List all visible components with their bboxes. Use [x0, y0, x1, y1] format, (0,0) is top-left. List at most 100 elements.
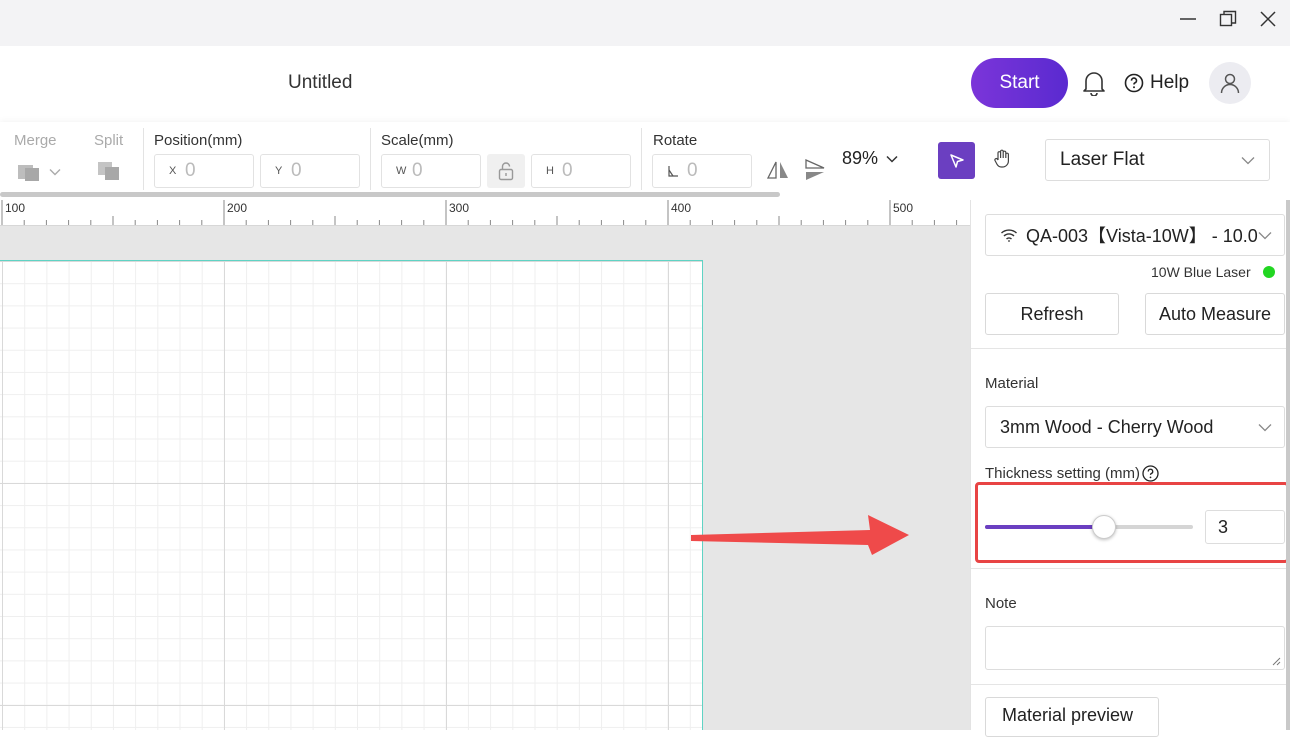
work-mode-select[interactable]: Laser Flat — [1045, 139, 1270, 181]
thickness-heading: Thickness setting (mm) — [985, 465, 1141, 482]
resize-grip-icon[interactable] — [1271, 656, 1281, 666]
annotation-arrow — [691, 515, 909, 555]
document-title[interactable]: Untitled — [288, 72, 352, 94]
panel-divider — [971, 684, 1287, 685]
toolbar-divider — [641, 128, 642, 190]
merge-icon — [18, 165, 39, 181]
help-label: Help — [1150, 72, 1190, 93]
material-heading: Material — [985, 375, 1039, 392]
flip-horizontal-icon — [766, 161, 788, 179]
ruler-label: 200 — [227, 201, 248, 215]
scale-width-input[interactable]: W 0 — [381, 154, 481, 188]
flip-vertical-button[interactable] — [804, 158, 826, 187]
rotate-input[interactable]: 0 — [652, 154, 752, 188]
merge-button[interactable] — [17, 162, 61, 182]
thickness-heading-row: Thickness setting (mm) — [985, 465, 1159, 482]
w-prefix: W — [396, 165, 407, 177]
flip-horizontal-button[interactable] — [766, 160, 790, 185]
split-icon — [98, 162, 119, 180]
thickness-slider-handle[interactable] — [1091, 515, 1116, 539]
canvas-area[interactable] — [0, 226, 970, 730]
panel-divider — [971, 348, 1287, 349]
panel-scrollbar[interactable] — [1286, 200, 1290, 730]
merge-label: Merge — [14, 132, 57, 149]
panel-divider — [971, 568, 1287, 569]
chevron-down-icon — [49, 169, 61, 176]
flip-vertical-icon — [805, 158, 825, 180]
thickness-slider[interactable] — [985, 515, 1193, 539]
thickness-slider-fill — [985, 525, 1104, 529]
refresh-button[interactable]: Refresh — [985, 293, 1119, 335]
property-toolbar: Merge Split Position(mm) X 0 Y 0 Scale(m… — [0, 122, 1290, 200]
position-x-input[interactable]: X 0 — [154, 154, 254, 188]
chevron-down-icon — [1258, 424, 1272, 432]
x-value: 0 — [185, 160, 196, 181]
select-tool-button[interactable] — [938, 142, 975, 179]
position-label: Position(mm) — [154, 132, 243, 149]
material-preview-button[interactable]: Material preview — [985, 697, 1159, 737]
thickness-input[interactable] — [1205, 510, 1285, 544]
h-prefix: H — [546, 165, 554, 177]
split-button[interactable] — [97, 160, 123, 187]
hand-icon — [994, 149, 1009, 168]
bell-icon — [1083, 72, 1105, 97]
help-button[interactable]: Help — [1124, 72, 1189, 94]
lock-icon — [498, 162, 514, 181]
ruler-label: 500 — [893, 201, 914, 215]
laser-module-label: 10W Blue Laser — [1151, 264, 1251, 280]
device-name: QA-003【Vista-10W】 - 10.0 — [1026, 226, 1258, 246]
ruler-label: 100 — [5, 201, 26, 215]
work-mode-value: Laser Flat — [1060, 149, 1145, 170]
chevron-down-icon — [886, 155, 898, 163]
zoom-value: 89% — [842, 148, 879, 168]
user-icon — [1220, 73, 1240, 94]
material-select[interactable]: 3mm Wood - Cherry Wood — [985, 406, 1285, 448]
rotate-value: 0 — [687, 160, 698, 181]
connection-status-dot — [1262, 266, 1275, 278]
scale-label: Scale(mm) — [381, 132, 454, 149]
split-label: Split — [94, 132, 124, 149]
rotate-label: Rotate — [653, 132, 698, 149]
restore-icon — [1219, 10, 1237, 27]
question-icon[interactable] — [1142, 465, 1159, 482]
position-y-input[interactable]: Y 0 — [260, 154, 360, 188]
wifi-icon — [1001, 229, 1017, 242]
scale-height-input[interactable]: H 0 — [531, 154, 631, 188]
pan-tool-button[interactable] — [992, 148, 1016, 172]
laser-status: 10W Blue Laser — [1151, 264, 1275, 280]
chevron-down-icon — [1241, 157, 1255, 165]
h-value: 0 — [562, 160, 573, 181]
toolbar-divider — [370, 128, 371, 190]
auto-measure-button[interactable]: Auto Measure — [1145, 293, 1285, 335]
restore-button[interactable] — [1213, 6, 1243, 32]
toolbar-scrollbar[interactable] — [0, 192, 780, 197]
y-prefix: Y — [275, 165, 283, 177]
horizontal-ruler: 100 200 300 400 500 — [0, 200, 970, 226]
cursor-icon — [949, 153, 964, 168]
app-header: Untitled Start Help — [0, 46, 1290, 122]
toolbar-divider — [143, 128, 144, 190]
y-value: 0 — [291, 160, 302, 181]
close-button[interactable] — [1253, 6, 1283, 32]
workspace-grid[interactable] — [0, 260, 703, 730]
ruler-label: 300 — [449, 201, 470, 215]
start-button[interactable]: Start — [971, 58, 1068, 108]
notifications-button[interactable] — [1082, 70, 1106, 97]
aspect-lock-button[interactable] — [487, 154, 525, 188]
zoom-dropdown[interactable]: 89% — [842, 148, 898, 169]
angle-icon — [668, 166, 678, 177]
close-icon — [1260, 11, 1276, 27]
minimize-button[interactable] — [1173, 6, 1203, 32]
device-select[interactable]: QA-003【Vista-10W】 - 10.0 — [985, 214, 1285, 256]
ruler-label: 400 — [671, 201, 692, 215]
ruler-ticks — [1, 200, 958, 225]
help-circle-icon — [1124, 73, 1144, 93]
user-avatar-button[interactable] — [1209, 62, 1251, 104]
window-titlebar — [0, 0, 1290, 46]
note-textarea[interactable] — [985, 626, 1285, 670]
chevron-down-icon — [1258, 231, 1272, 240]
device-settings-panel: QA-003【Vista-10W】 - 10.0 10W Blue Laser … — [970, 200, 1290, 737]
x-prefix: X — [169, 165, 177, 177]
minimize-icon — [1180, 18, 1196, 20]
note-heading: Note — [985, 595, 1017, 612]
